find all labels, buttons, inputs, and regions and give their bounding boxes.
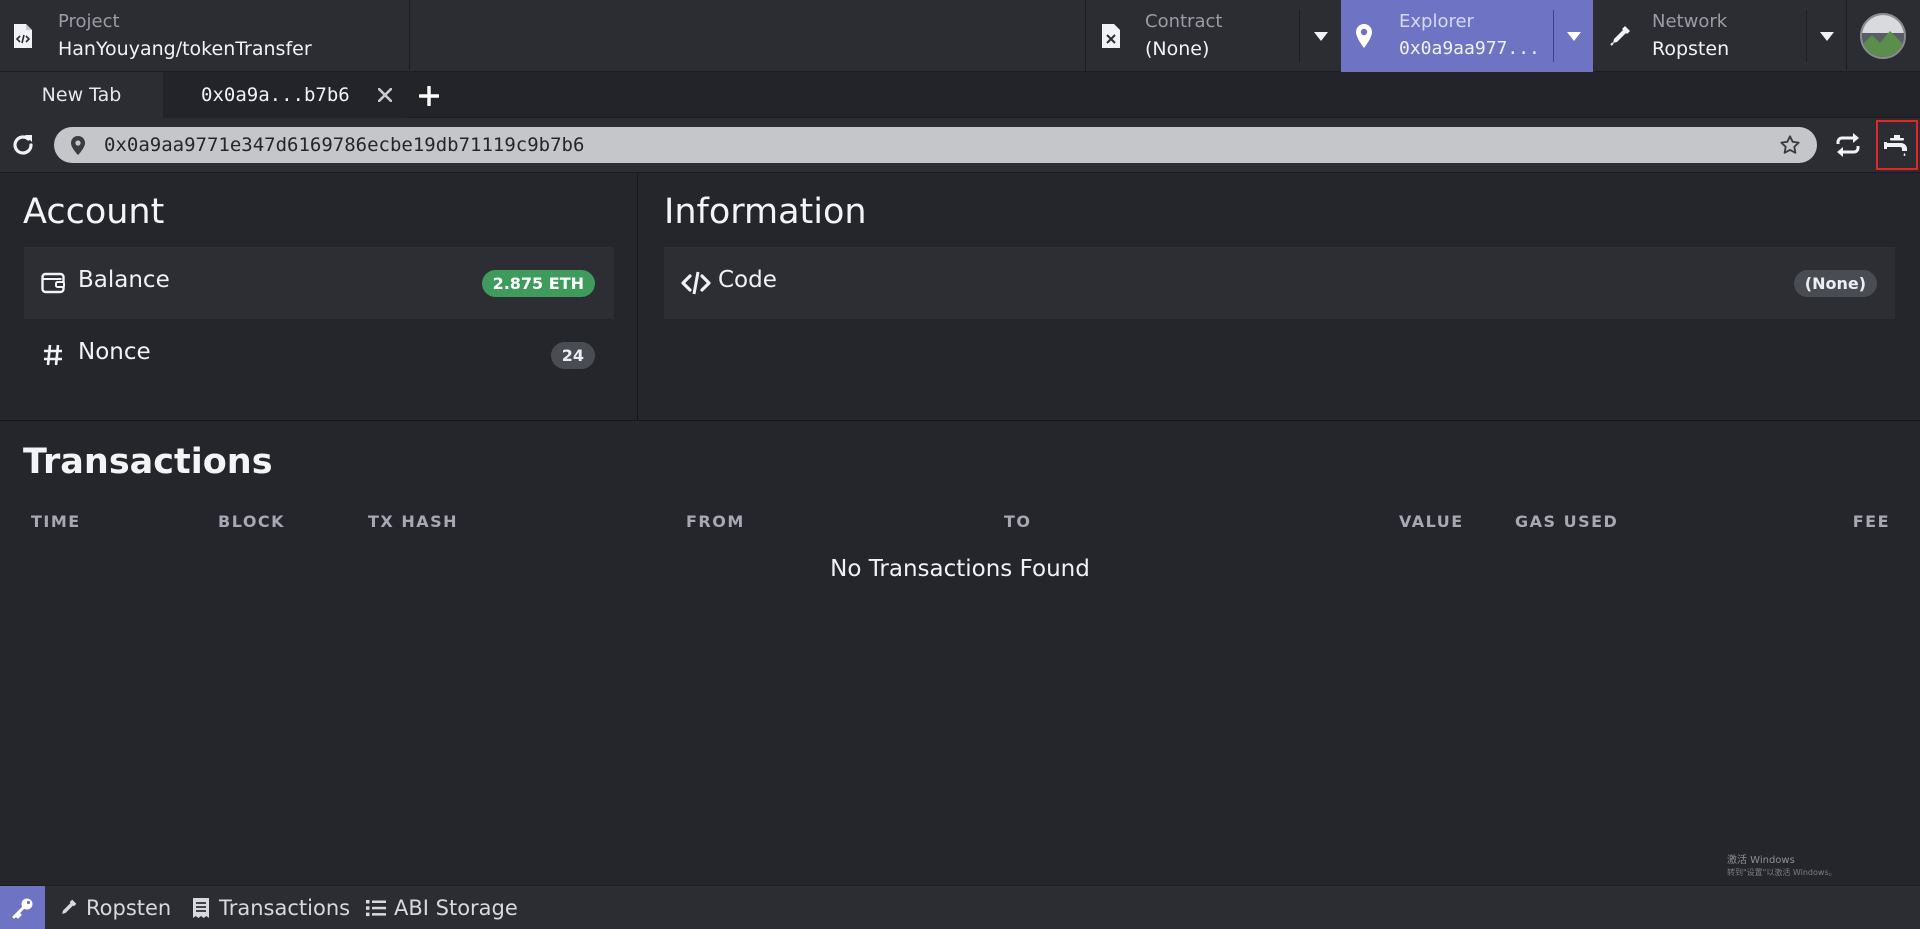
tab-label: New Tab (41, 84, 122, 106)
column-to: TO (1004, 512, 1032, 531)
code-row: Code (None) (664, 247, 1895, 319)
tab-bar: New Tab 0x0a9a...b7b6 (0, 72, 1920, 118)
network-selector[interactable]: Network Ropsten (1593, 0, 1846, 72)
transactions-section: Transactions TIME BLOCK TX HASH FROM TO … (0, 422, 1920, 885)
project-selector[interactable]: Project HanYouyang/tokenTransfer (0, 0, 409, 72)
balance-row: Balance 2.875 ETH (24, 247, 614, 319)
refresh-icon (13, 135, 33, 155)
column-fee: FEE (1852, 512, 1890, 531)
statusbar-network-label: Ropsten (86, 896, 172, 920)
transactions-title: Transactions (23, 442, 273, 482)
faucet-icon (1884, 135, 1907, 156)
address-toolbar (0, 118, 1920, 173)
information-panel: Information Code (None) (639, 174, 1920, 421)
file-code-icon (8, 21, 38, 51)
close-tab-button[interactable] (376, 86, 394, 104)
balance-label: Balance (78, 267, 170, 293)
refresh-button[interactable] (8, 130, 38, 160)
information-title: Information (664, 192, 867, 232)
tab-label: 0x0a9a...b7b6 (201, 84, 350, 106)
wallet-icon (40, 271, 66, 295)
key-icon (12, 898, 32, 919)
bookmark-button[interactable] (1779, 134, 1801, 156)
account-panel: Account Balance 2.875 ETH Nonce 24 (0, 174, 638, 421)
list-icon (365, 897, 387, 919)
tab-new-tab[interactable]: New Tab (0, 72, 163, 118)
status-bar: Ropsten Transactions ABI Storage (0, 885, 1920, 929)
contract-label: Contract (1145, 11, 1223, 32)
network-label: Network (1652, 11, 1728, 32)
top-header: Project HanYouyang/tokenTransfer Contrac… (0, 0, 1920, 72)
star-icon (1780, 135, 1800, 154)
divider (1846, 0, 1847, 72)
chevron-down-icon (1314, 31, 1328, 41)
swap-button[interactable] (1832, 130, 1864, 160)
project-name: HanYouyang/tokenTransfer (58, 38, 312, 60)
contract-selector[interactable]: Contract (None) (1086, 0, 1340, 72)
explorer-label: Explorer (1399, 11, 1474, 32)
network-name: Ropsten (1652, 38, 1730, 60)
divider (1806, 10, 1807, 62)
empty-state-message: No Transactions Found (830, 556, 1090, 582)
column-time: TIME (31, 512, 81, 531)
explorer-address: 0x0a9aa977... (1399, 38, 1540, 59)
nonce-label: Nonce (78, 339, 151, 365)
contract-value: (None) (1145, 38, 1210, 60)
column-from: FROM (686, 512, 745, 531)
eyedropper-icon (57, 897, 79, 919)
receipt-icon (190, 897, 212, 919)
faucet-button[interactable] (1876, 120, 1918, 170)
contract-dropdown-button[interactable] (1302, 0, 1340, 72)
project-label: Project (58, 11, 120, 32)
statusbar-transactions-label: Transactions (219, 896, 351, 920)
nonce-badge: 24 (550, 342, 595, 369)
exchange-icon (1836, 133, 1860, 157)
column-block: BLOCK (218, 512, 286, 531)
explorer-selector[interactable]: Explorer 0x0a9aa977... (1341, 0, 1593, 72)
explorer-dropdown-button[interactable] (1555, 0, 1593, 72)
chevron-down-icon (1567, 31, 1581, 41)
transactions-table-header: TIME BLOCK TX HASH FROM TO VALUE GAS USE… (0, 512, 1920, 536)
activation-watermark: 激活 Windows 转到"设置"以激活 Windows。 (1727, 855, 1837, 879)
divider (1553, 10, 1554, 62)
map-pin-icon (1349, 21, 1379, 51)
nonce-row: Nonce 24 (24, 319, 614, 391)
avatar-image-icon (1862, 15, 1904, 57)
chevron-down-icon (1820, 31, 1834, 41)
close-icon (378, 88, 392, 102)
address-bar (54, 127, 1817, 163)
watermark-line: 转到"设置"以激活 Windows。 (1727, 868, 1837, 877)
column-value: VALUE (1399, 512, 1464, 531)
column-tx-hash: TX HASH (368, 512, 459, 531)
avatar[interactable] (1860, 13, 1906, 59)
code-icon (681, 271, 711, 295)
key-button[interactable] (0, 886, 45, 929)
statusbar-abi-storage-label: ABI Storage (394, 896, 518, 920)
column-gas-used: GAS USED (1515, 512, 1619, 531)
divider (1299, 10, 1300, 62)
tab-address[interactable]: 0x0a9a...b7b6 (163, 72, 407, 118)
statusbar-transactions[interactable]: Transactions (190, 886, 350, 929)
eyedropper-icon (1605, 21, 1635, 51)
hash-icon (40, 343, 66, 367)
divider (409, 0, 410, 72)
statusbar-network[interactable]: Ropsten (57, 886, 171, 929)
balance-badge: 2.875 ETH (481, 270, 595, 297)
network-dropdown-button[interactable] (1808, 0, 1846, 72)
code-label: Code (718, 267, 777, 293)
file-x-icon (1096, 21, 1126, 51)
code-badge: (None) (1793, 270, 1877, 297)
watermark-line: 激活 Windows (1727, 855, 1795, 866)
account-title: Account (23, 192, 165, 232)
address-input[interactable] (104, 127, 1744, 163)
plus-icon (419, 86, 439, 106)
statusbar-abi-storage[interactable]: ABI Storage (365, 886, 518, 929)
add-tab-button[interactable] (415, 82, 443, 110)
map-pin-icon (68, 134, 88, 156)
